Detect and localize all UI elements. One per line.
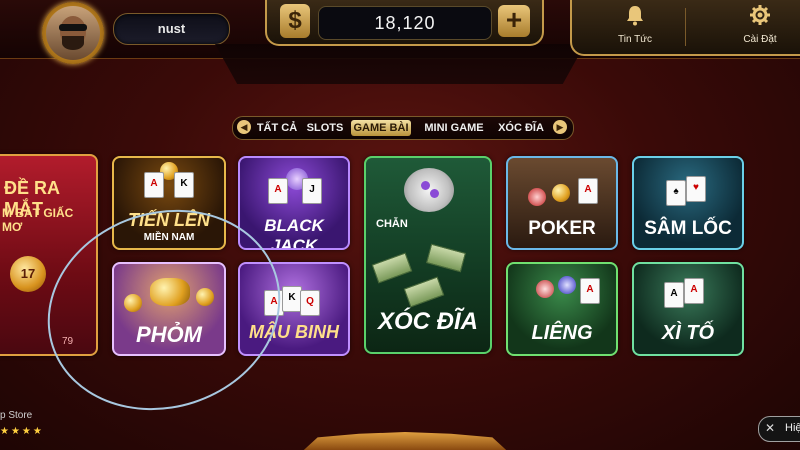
- balance-shadow: [215, 44, 585, 84]
- tab-game-bai[interactable]: GAME BÀI: [351, 120, 411, 136]
- news-label: Tin Tức: [618, 34, 652, 45]
- card-icon: ♥: [686, 176, 706, 202]
- game-title: POKER: [528, 218, 596, 239]
- card-icon: ♠: [666, 180, 686, 206]
- bottom-right-label: Hiệ: [785, 422, 800, 434]
- game-tile-black-jack[interactable]: A J BLACK JACK: [238, 156, 350, 250]
- bottom-right-button[interactable]: ✕ Hiệ: [758, 416, 800, 442]
- chip-icon: [528, 188, 546, 206]
- tab-xoc-dia[interactable]: XÓC ĐĨA: [495, 120, 547, 136]
- money-icon: [371, 252, 413, 284]
- card-icon: K: [282, 286, 302, 312]
- game-title: SÂM LỐC: [644, 218, 732, 239]
- menu-divider: [685, 8, 686, 46]
- card-icon: A: [268, 178, 288, 204]
- dollar-icon[interactable]: $: [280, 4, 310, 38]
- game-tile-xoc-dia[interactable]: CHẴN XÓC ĐĨA: [364, 156, 492, 354]
- category-tabs: ◀ TẤT CẢ SLOTS GAME BÀI MINI GAME XÓC ĐĨ…: [232, 116, 574, 140]
- tab-next-arrow-icon[interactable]: ▶: [553, 120, 567, 134]
- card-icon: K: [174, 172, 194, 198]
- game-tile-sam-loc[interactable]: ♠ ♥ SÂM LỐC: [632, 156, 744, 250]
- avatar[interactable]: [42, 2, 104, 64]
- lottery-ball: 17: [10, 256, 46, 292]
- dice-dish-icon: [404, 168, 454, 212]
- tab-mini-game[interactable]: MINI GAME: [423, 120, 485, 136]
- bell-icon: [595, 4, 675, 32]
- money-icon: [403, 276, 445, 308]
- game-title: LIÊNG: [531, 322, 593, 344]
- settings-label: Cài Đặt: [743, 34, 777, 45]
- tab-slots[interactable]: SLOTS: [305, 120, 345, 136]
- banner-subtitle: M BẮT GIẤC MƠ: [2, 206, 74, 234]
- username: nust: [157, 21, 186, 36]
- card-icon: A: [580, 278, 600, 304]
- gear-icon: [720, 4, 800, 32]
- chan-label: CHẴN: [376, 218, 408, 230]
- chip-icon: [536, 280, 554, 298]
- tab-all[interactable]: TẤT CẢ: [253, 120, 301, 136]
- game-tile-xi-to[interactable]: A A XÌ TỐ: [632, 262, 744, 356]
- card-icon: A: [578, 178, 598, 204]
- game-tile-lieng[interactable]: A LIÊNG: [506, 262, 618, 356]
- bottom-ornament: [303, 432, 507, 450]
- news-button[interactable]: Tin Tức: [595, 4, 675, 50]
- balance-display: 18,120: [318, 6, 492, 40]
- card-icon: A: [684, 278, 704, 304]
- game-title: XÓC ĐĨA: [377, 308, 478, 335]
- balance-value: 18,120: [374, 13, 436, 33]
- card-icon: A: [144, 172, 164, 198]
- money-icon: [426, 243, 466, 273]
- game-tile-poker[interactable]: A POKER: [506, 156, 618, 250]
- card-icon: Q: [300, 290, 320, 316]
- settings-button[interactable]: Cài Đặt: [720, 4, 800, 50]
- card-icon: J: [302, 178, 322, 204]
- chip-icon: [558, 276, 576, 294]
- tools-icon: ✕: [765, 421, 776, 435]
- rating-stars: ★★★★: [0, 426, 44, 437]
- app-store-label: p Store: [0, 410, 33, 421]
- avatar-image: [46, 6, 100, 60]
- chip-icon: [552, 184, 570, 202]
- card-icon: A: [664, 282, 684, 308]
- tab-prev-arrow-icon[interactable]: ◀: [237, 120, 251, 134]
- game-title: XÌ TỐ: [661, 322, 715, 344]
- topup-button[interactable]: +: [498, 5, 530, 37]
- username-box[interactable]: nust: [113, 13, 230, 45]
